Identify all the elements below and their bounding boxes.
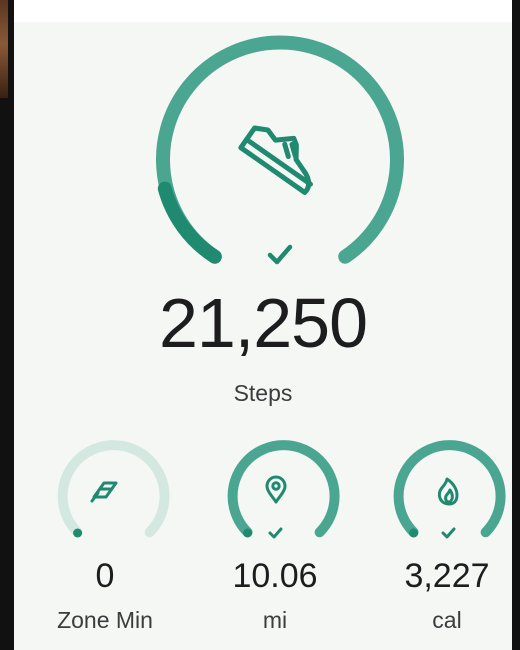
calories-value: 3,227 [404, 557, 490, 595]
steps-value: 21,250 [158, 284, 368, 362]
zone-min-ring[interactable] [57, 440, 170, 538]
distance-value: 10.06 [232, 557, 318, 595]
distance-label: mi [262, 607, 288, 633]
steps-ring-progress [156, 35, 404, 264]
zone-min-ring-start-dot [73, 528, 83, 538]
app-screen: 21,250 Steps 0 Zone Min 10.06 mi 3,227 c… [14, 0, 512, 650]
location-pin-icon [265, 475, 287, 504]
distance-ring-start-dot [243, 528, 253, 538]
zone-min-value: 0 [95, 557, 115, 595]
flame-icon [437, 477, 459, 506]
calories-label: cal [432, 607, 462, 633]
zone-minutes-icon [90, 481, 118, 503]
steps-ring[interactable] [156, 35, 404, 264]
distance-goal-check-icon [268, 527, 283, 539]
zone-min-label: Zone Min [57, 607, 153, 633]
calories-ring-start-dot [409, 528, 419, 538]
shoe-icon [238, 125, 313, 195]
steps-goal-check-icon [267, 244, 293, 265]
steps-label: Steps [233, 380, 293, 406]
calories-goal-check-icon [441, 527, 456, 539]
device-frame: 21,250 Steps 0 Zone Min 10.06 mi 3,227 c… [0, 0, 520, 650]
background-photo-edge [0, 0, 8, 98]
